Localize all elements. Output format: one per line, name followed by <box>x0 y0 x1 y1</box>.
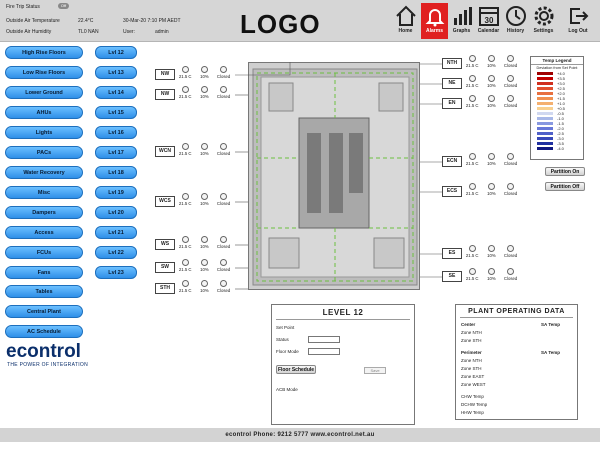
chw-temp: CHW Temp <box>461 394 484 399</box>
legend-swatch <box>537 72 553 75</box>
floor-mode-label: Floor Mode <box>276 349 299 354</box>
legend-label: -4.0 <box>557 146 564 151</box>
legend-swatch <box>537 92 553 95</box>
legend-swatch <box>537 127 553 130</box>
partition-off-button[interactable]: Partition Off <box>545 182 585 191</box>
legend-swatch <box>537 102 553 105</box>
legend-swatch <box>537 107 553 110</box>
hhw-temp: HHW Temp <box>461 410 484 415</box>
set-point-label: Set Point <box>276 325 295 330</box>
status-field[interactable] <box>308 336 340 343</box>
legend-swatch <box>537 77 553 80</box>
dchw-temp: DCHW Temp <box>461 402 488 407</box>
perimeter-zone-west: Zone WEST <box>461 382 486 387</box>
status-label: Status <box>276 337 289 342</box>
temp-legend: Temp Legend Deviation from Set Point +4.… <box>530 56 584 160</box>
center-sa-temp-heading: SA Temp <box>541 322 561 327</box>
legend-swatch <box>537 137 553 140</box>
perimeter-zone-east: Zone EAST <box>461 374 485 379</box>
perimeter-sa-temp-heading: SA Temp <box>541 350 561 355</box>
legend-row: -4.0 <box>531 146 583 151</box>
center-heading: Center <box>461 322 476 327</box>
legend-swatch <box>537 147 553 150</box>
brand-logo: econtrol <box>6 341 81 362</box>
legend-swatch <box>537 132 553 135</box>
level-panel-title: LEVEL 12 <box>322 308 364 317</box>
save-button[interactable]: Save <box>364 367 386 374</box>
legend-rows: +4.0 +3.5 +3.0 +2.5 +2.0 +1.5 +1.0 +0.5 -0.5 -1.0… <box>531 71 583 151</box>
brand-tagline: THE POWER OF INTEGRATION <box>7 362 88 368</box>
partition-on-button[interactable]: Partition On <box>545 167 585 176</box>
legend-swatch <box>537 117 553 120</box>
center-zone-sth: Zone STH <box>461 338 482 343</box>
legend-swatch <box>537 87 553 90</box>
perimeter-zone-sth: Zone STH <box>461 366 482 371</box>
legend-swatch <box>537 97 553 100</box>
floor-schedule-button[interactable]: Floor Schedule <box>276 365 316 374</box>
legend-swatch <box>537 142 553 145</box>
perimeter-zone-nth: Zone NTH <box>461 358 482 363</box>
plant-panel-title: PLANT OPERATING DATA <box>468 308 565 315</box>
legend-swatch <box>537 82 553 85</box>
legend-swatch <box>537 122 553 125</box>
footer: econtrol Phone: 9212 5777 www.econtrol.n… <box>0 428 600 442</box>
plant-panel: PLANT OPERATING DATA Center SA Temp Zone… <box>455 304 578 420</box>
floor-mode-field[interactable] <box>308 348 340 355</box>
level-panel: LEVEL 12 Set Point Status Floor Mode Flo… <box>271 304 415 425</box>
legend-swatch <box>537 112 553 115</box>
legend-title: Temp Legend <box>531 57 583 65</box>
center-zone-nth: Zone NTH <box>461 330 482 335</box>
acb-mode-label: ACB Mode <box>276 387 298 392</box>
perimeter-heading: Perimeter <box>461 350 482 355</box>
